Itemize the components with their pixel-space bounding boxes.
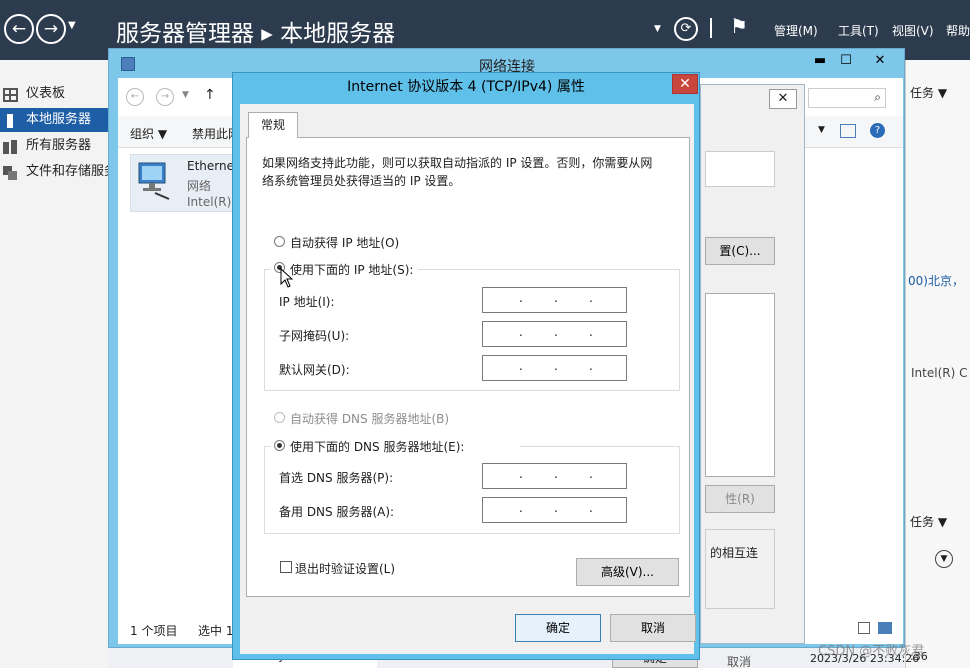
ok-button[interactable]: 确定 <box>515 614 601 642</box>
auto-dns-radio[interactable] <box>274 412 285 423</box>
chevron-down-icon[interactable]: ▼ <box>654 24 661 34</box>
description-group: 的相互连 <box>705 529 775 609</box>
refresh-icon[interactable]: ⟳ <box>674 17 698 41</box>
nav-item-all-servers[interactable]: 所有服务器 <box>0 134 108 158</box>
preview-pane-icon[interactable] <box>840 124 856 138</box>
nav-label: 仪表板 <box>26 86 66 101</box>
validate-on-exit-checkbox[interactable] <box>280 561 292 573</box>
help-icon[interactable]: ? <box>870 123 885 138</box>
preferred-dns-input[interactable]: ... <box>482 463 627 489</box>
details-view-icon[interactable] <box>858 622 870 634</box>
tasks-dropdown[interactable]: 任务 ▼ <box>910 84 947 101</box>
up-arrow-icon[interactable]: ↑ <box>204 87 216 103</box>
left-nav: 仪表板 本地服务器 所有服务器 文件和存储服务 <box>0 60 108 668</box>
dialog-title: Internet 协议版本 4 (TCP/IPv4) 属性 <box>347 79 585 95</box>
forward-icon[interactable]: → <box>156 88 174 106</box>
description-line-1: 如果网络支持此功能，则可以获取自动指派的 IP 设置。否则，你需要从网 <box>262 156 653 170</box>
auto-ip-label[interactable]: 自动获得 IP 地址(O) <box>290 234 399 251</box>
cancel-button[interactable]: 取消 <box>610 614 696 642</box>
history-dropdown-icon[interactable]: ▼ <box>68 20 76 31</box>
adapter-device: Intel(R) <box>187 195 232 209</box>
back-icon[interactable]: ← <box>126 88 144 106</box>
adapter-text: Intel(R) C <box>911 366 968 380</box>
close-icon: ✕ <box>679 76 691 92</box>
description-line-2: 络系统管理员处获得适当的 IP 设置。 <box>262 174 461 188</box>
servers-icon <box>3 139 18 154</box>
selected-count: 选中 1 <box>198 624 234 638</box>
nav-item-file-storage[interactable]: 文件和存储服务 <box>0 160 108 184</box>
adapter-status: 网络 <box>187 179 212 193</box>
watermark-text: CSDN @不败灰君 <box>818 644 925 659</box>
dialog-close-button[interactable]: ✕ <box>672 74 698 94</box>
large-icons-view-icon[interactable] <box>878 622 892 634</box>
maximize-button[interactable]: ☐ <box>833 51 859 71</box>
default-gateway-input[interactable]: ... <box>482 355 627 381</box>
organize-menu[interactable]: 组织 ▼ <box>130 125 167 142</box>
default-gateway-label: 默认网关(D): <box>279 363 350 377</box>
configure-button[interactable]: 置(C)... <box>705 237 775 265</box>
minimize-button[interactable]: ▬ <box>807 51 833 71</box>
manual-ip-label[interactable]: 使用下面的 IP 地址(S): <box>290 261 413 278</box>
dashboard-icon <box>3 87 18 102</box>
preferred-dns-label: 首选 DNS 服务器(P): <box>279 471 394 485</box>
back-cancel-button[interactable]: 取消 <box>727 653 751 668</box>
search-input[interactable]: ⌕ <box>808 88 886 108</box>
forward-arrow-icon: → <box>43 19 59 39</box>
server-manager-content: 任务 ▼ 00)北京， Intel(R) C 任务 ▼ ▼ :36 2023/3… <box>810 60 970 668</box>
validate-on-exit-label[interactable]: 退出时验证设置(L) <box>295 560 395 577</box>
menu-view[interactable]: 视图(V) <box>892 22 934 39</box>
close-button[interactable]: ✕ <box>769 89 797 109</box>
connect-using-field <box>705 151 775 187</box>
server-icon <box>3 113 18 128</box>
manual-dns-label[interactable]: 使用下面的 DNS 服务器地址(E): <box>290 438 464 455</box>
nav-label: 本地服务器 <box>26 112 92 127</box>
ethernet-adapter-item[interactable]: Ethernet 网络 Intel(R) <box>130 154 240 212</box>
view-dropdown-icon[interactable]: ▼ <box>818 125 825 135</box>
storage-icon <box>3 165 18 180</box>
adapter-name: Ethernet <box>187 159 239 173</box>
alternate-dns-label: 备用 DNS 服务器(A): <box>279 505 395 519</box>
tab-general[interactable]: 常规 <box>248 112 298 138</box>
auto-ip-radio[interactable] <box>274 236 285 247</box>
properties-button[interactable]: 性(R) <box>705 485 775 513</box>
ethernet-properties-window: ✕ 置(C)... 性(R) 的相互连 取消 <box>700 84 805 668</box>
divider <box>710 18 712 38</box>
menu-manage[interactable]: 管理(M) <box>774 22 818 39</box>
auto-dns-label[interactable]: 自动获得 DNS 服务器地址(B) <box>290 410 449 427</box>
flag-icon[interactable]: ⚑ <box>730 14 748 38</box>
mouse-cursor-icon <box>280 267 294 292</box>
components-list[interactable] <box>705 293 775 477</box>
nav-label: 所有服务器 <box>26 138 92 153</box>
description-text: 的相互连 <box>710 546 759 560</box>
advanced-button[interactable]: 高级(V)... <box>576 558 679 586</box>
forward-button[interactable]: → <box>36 14 66 44</box>
tasks-dropdown-2[interactable]: 任务 ▼ <box>910 513 947 530</box>
subnet-mask-input[interactable]: ... <box>482 321 627 347</box>
network-window-icon <box>121 57 135 71</box>
menu-tools[interactable]: 工具(T) <box>838 22 879 39</box>
recent-dropdown-icon[interactable]: ▼ <box>182 90 189 100</box>
close-button[interactable]: ✕ <box>859 51 901 71</box>
page-title: 服务器管理器 ▸ 本地服务器 <box>116 21 396 47</box>
expand-icon[interactable]: ▼ <box>935 550 953 568</box>
nav-item-dashboard[interactable]: 仪表板 <box>0 82 108 106</box>
menu-help[interactable]: 帮助 <box>946 22 970 39</box>
subnet-mask-label: 子网掩码(U): <box>279 329 350 343</box>
timezone-link[interactable]: 00)北京， <box>908 272 964 289</box>
nav-item-local-server[interactable]: 本地服务器 <box>0 108 108 132</box>
search-icon: ⌕ <box>874 90 881 104</box>
network-adapter-icon <box>135 161 171 201</box>
alternate-dns-input[interactable]: ... <box>482 497 627 523</box>
back-arrow-icon: ← <box>11 19 27 39</box>
back-button[interactable]: ← <box>4 14 34 44</box>
ip-address-input[interactable]: ... <box>482 287 627 313</box>
ip-address-label: IP 地址(I): <box>279 295 335 309</box>
nav-label: 文件和存储服务 <box>26 164 108 179</box>
item-count: 1 个项目 <box>130 624 178 638</box>
manual-dns-radio[interactable] <box>274 440 285 451</box>
